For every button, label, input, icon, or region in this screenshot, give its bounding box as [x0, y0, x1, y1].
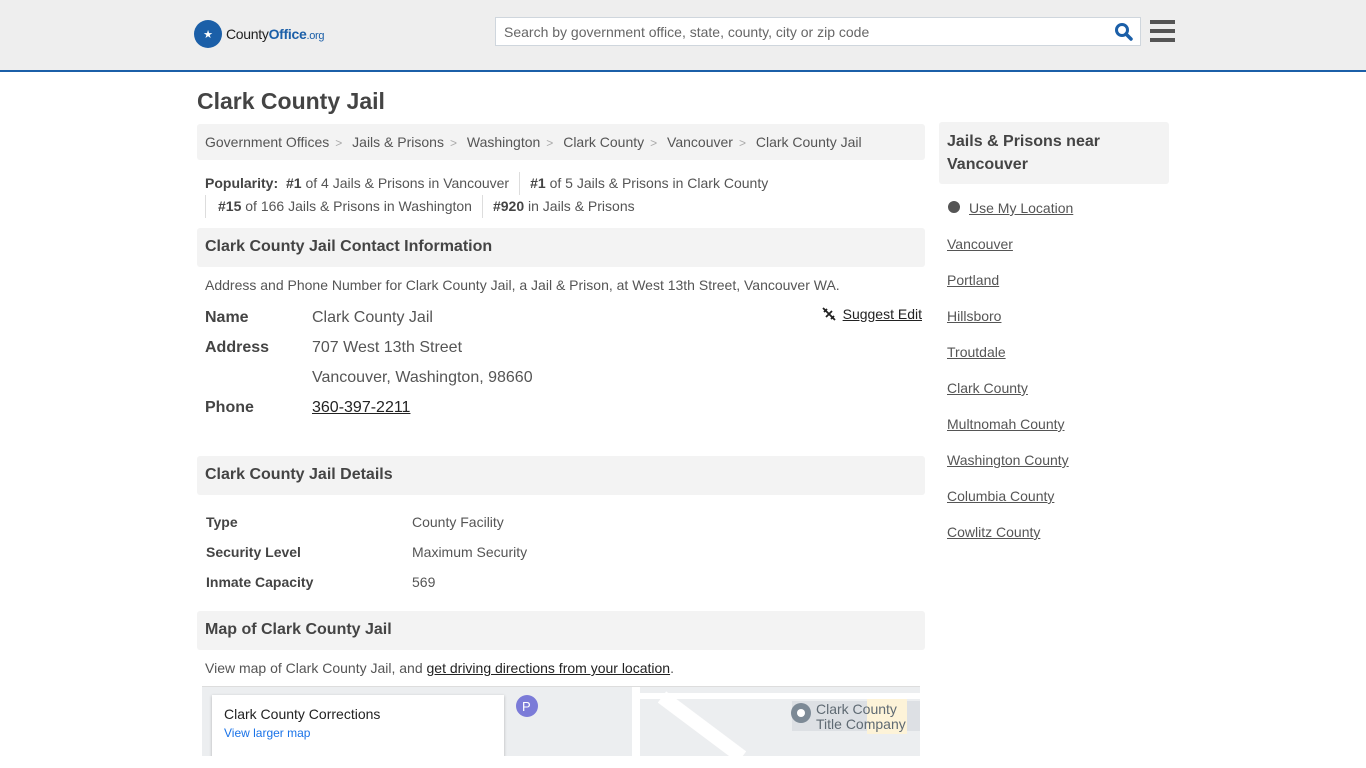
sidebar-link-vancouver[interactable]: Vancouver — [947, 236, 1161, 272]
sidebar-link-clark-county[interactable]: Clark County — [947, 380, 1161, 416]
parking-pin-icon[interactable]: P — [516, 695, 538, 725]
contact-info: Suggest Edit Name Clark County Jail Addre… — [197, 303, 925, 423]
suggest-edit[interactable]: Suggest Edit — [821, 306, 922, 322]
inmate-capacity-value: 569 — [412, 574, 436, 590]
details-table: Type County Facility Security Level Maximu… — [197, 495, 925, 609]
popularity-item: #15 of 166 Jails & Prisons in Washington — [205, 195, 482, 218]
phone-link[interactable]: 360-397-2211 — [312, 399, 410, 416]
breadcrumb-clark-county[interactable]: Clark County — [563, 134, 644, 150]
sidebar-link-hillsboro[interactable]: Hillsboro — [947, 308, 1161, 344]
breadcrumb: Government Offices > Jails & Prisons > Was… — [197, 124, 925, 160]
sidebar-link-multnomah-county[interactable]: Multnomah County — [947, 416, 1161, 452]
contact-description: Address and Phone Number for Clark Count… — [205, 277, 840, 293]
map-info-card: Clark County Corrections View larger map — [212, 695, 504, 756]
popularity-item: #1 of 5 Jails & Prisons in Clark County — [519, 172, 778, 195]
popularity-item: #1 of 4 Jails & Prisons in Vancouver — [286, 175, 510, 191]
breadcrumb-current: Clark County Jail — [755, 134, 862, 150]
location-pin-icon — [948, 201, 960, 217]
svg-text:P: P — [522, 699, 531, 714]
broken-link-icon — [821, 307, 836, 321]
hamburger-menu-icon[interactable] — [1150, 20, 1175, 42]
view-larger-map-link[interactable]: View larger map — [224, 726, 492, 740]
breadcrumb-washington[interactable]: Washington — [467, 134, 540, 150]
address-line2: Vancouver, Washington, 98660 — [312, 369, 533, 386]
details-heading: Clark County Jail Details — [197, 456, 925, 495]
type-label: Type — [206, 514, 238, 530]
map-heading: Map of Clark County Jail — [197, 611, 925, 650]
sidebar-link-columbia-county[interactable]: Columbia County — [947, 488, 1161, 524]
use-my-location[interactable]: Use My Location — [947, 200, 1161, 236]
eagle-logo-icon: ★ — [194, 20, 222, 48]
breadcrumb-jails-prisons[interactable]: Jails & Prisons — [352, 134, 444, 150]
address-label: Address — [205, 339, 270, 356]
driving-directions-link[interactable]: get driving directions from your locatio… — [427, 660, 671, 676]
phone-label: Phone — [205, 399, 254, 416]
place-pin-icon[interactable] — [790, 703, 812, 733]
contact-heading: Clark County Jail Contact Information — [197, 228, 925, 267]
breadcrumb-government-offices[interactable]: Government Offices — [205, 134, 329, 150]
popularity: Popularity: #1 of 4 Jails & Prisons in V… — [197, 172, 925, 218]
use-my-location-link[interactable]: Use My Location — [969, 200, 1073, 236]
search-box — [495, 17, 1141, 46]
sidebar-link-washington-county[interactable]: Washington County — [947, 452, 1161, 488]
page-title: Clark County Jail — [197, 88, 385, 114]
inmate-capacity-label: Inmate Capacity — [206, 574, 314, 590]
search-icon[interactable] — [1114, 22, 1134, 42]
security-level-label: Security Level — [206, 544, 301, 560]
suggest-edit-link[interactable]: Suggest Edit — [843, 306, 922, 322]
site-header: ★ CountyOffice.org — [0, 0, 1366, 72]
sidebar: Jails & Prisons near Vancouver Use My Lo… — [939, 122, 1169, 560]
popularity-item: #920 in Jails & Prisons — [481, 195, 645, 218]
map-description: View map of Clark County Jail, and get d… — [205, 660, 674, 676]
map-embed[interactable]: P Clark County Title Company Clark County… — [202, 686, 920, 756]
address-line1: 707 West 13th Street — [312, 339, 463, 356]
name-value: Clark County Jail — [312, 309, 433, 326]
map-poi-label: Clark County Title Company — [816, 701, 906, 732]
map-card-title: Clark County Corrections — [224, 706, 381, 722]
breadcrumb-vancouver[interactable]: Vancouver — [667, 134, 733, 150]
search-input[interactable] — [496, 18, 1096, 45]
sidebar-link-portland[interactable]: Portland — [947, 272, 1161, 308]
sidebar-link-troutdale[interactable]: Troutdale — [947, 344, 1161, 380]
sidebar-heading: Jails & Prisons near Vancouver — [939, 122, 1169, 184]
type-value: County Facility — [412, 514, 504, 530]
security-level-value: Maximum Security — [412, 544, 528, 560]
site-logo[interactable]: ★ CountyOffice.org — [194, 20, 325, 48]
sidebar-link-cowlitz-county[interactable]: Cowlitz County — [947, 524, 1161, 560]
name-label: Name — [205, 309, 249, 326]
